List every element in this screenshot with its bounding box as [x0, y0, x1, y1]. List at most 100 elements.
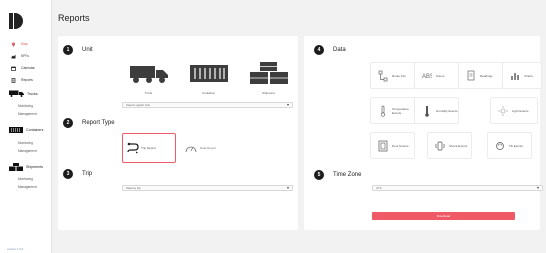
sidebar-sub-shipments-monitoring[interactable]: Monitoring — [18, 177, 33, 181]
unit-select[interactable]: Select Logistic Unit — [122, 102, 293, 108]
step-number: 4 — [314, 45, 324, 55]
report-icon — [11, 78, 16, 83]
sidebar-item-label: Calendar — [21, 66, 35, 70]
step-data: 4 Data — [314, 45, 346, 55]
step-time-zone: 5 Time Zone — [314, 170, 361, 180]
time-zone-select[interactable]: UTC — [372, 185, 543, 191]
data-option-label: Zones — [436, 73, 445, 78]
step-label: Data — [333, 47, 346, 53]
sidebar-item-kpis[interactable]: KPI's — [11, 54, 29, 59]
light-icon — [498, 105, 508, 117]
sidebar-group-trucks[interactable]: Trucks — [9, 90, 38, 97]
top-bar — [52, 0, 546, 33]
sidebar-item-calendar[interactable]: Calendar — [11, 66, 35, 71]
report-type-label: Trip Report — [141, 146, 156, 150]
data-option-label: Door Events — [392, 143, 409, 148]
page-title: Reports — [58, 13, 90, 23]
data-option-readings[interactable]: Readings — [458, 62, 503, 89]
sidebar-item-label: Reports — [21, 78, 33, 82]
logo[interactable] — [9, 13, 23, 29]
data-option-label: Charts — [524, 73, 533, 78]
step-unit: 1 Unit — [63, 45, 93, 55]
zones-icon: ABS — [422, 70, 432, 82]
data-option-door-events[interactable]: Door Events — [370, 132, 415, 159]
trip-select-placeholder: Select a trip — [126, 186, 141, 190]
unit-select-placeholder: Select Logistic Unit — [126, 103, 150, 107]
data-option-route-info[interactable]: Route Info — [370, 62, 415, 89]
data-option-zones[interactable]: ABS Zones — [414, 62, 459, 89]
data-option-temperature-events[interactable]: Temperature Events — [370, 97, 415, 124]
report-type-label: Data Report — [200, 146, 217, 150]
boxes-icon — [250, 62, 288, 84]
unit-option-label: Shipment — [262, 91, 275, 95]
data-option-label: Tilt Events — [509, 143, 523, 148]
shipment-icon — [9, 163, 23, 171]
route-icon — [378, 70, 388, 82]
data-option-label: Readings — [480, 73, 493, 78]
chart-icon — [11, 54, 16, 59]
sidebar-group-containers[interactable]: Containers — [9, 127, 43, 133]
trip-route-icon — [127, 142, 139, 154]
step-label: Report Type — [82, 120, 115, 126]
step-trip: 3 Trip — [63, 169, 92, 179]
unit-option-label: Container — [201, 91, 215, 95]
document-icon — [466, 70, 476, 82]
sidebar-sub-containers-management[interactable]: Management — [18, 149, 37, 153]
sidebar-group-label: Containers — [26, 128, 44, 132]
data-option-label: Temperature Events — [392, 106, 409, 115]
unit-option-container[interactable]: Container — [184, 58, 233, 100]
step-number: 1 — [63, 45, 73, 55]
shock-icon — [435, 140, 445, 152]
svg-text:ABS: ABS — [422, 74, 432, 80]
unit-option-label: Truck — [144, 91, 153, 95]
sidebar-sub-trucks-management[interactable]: Management — [18, 112, 37, 116]
step-report-type: 2 Report Type — [63, 118, 115, 128]
unit-option-truck[interactable]: Truck — [124, 58, 173, 100]
sidebar-sub-containers-monitoring[interactable]: Monitoring — [18, 141, 33, 145]
download-button[interactable]: Download — [372, 212, 515, 220]
sidebar-sub-trucks-monitoring[interactable]: Monitoring — [18, 104, 33, 108]
data-option-label: Shock Events — [449, 143, 468, 148]
report-type-trip[interactable]: Trip Report — [122, 133, 176, 163]
calendar-icon — [11, 66, 16, 71]
tilt-icon — [495, 140, 505, 152]
sidebar-item-label: KPI's — [21, 54, 29, 58]
sidebar-group-label: Trucks — [27, 91, 38, 96]
report-type-data[interactable]: Data Report — [180, 133, 234, 163]
data-option-shock-events[interactable]: Shock Events — [427, 132, 472, 159]
step-number: 2 — [63, 118, 73, 128]
sidebar-item-label: Map — [21, 42, 28, 46]
chevron-down-icon — [287, 104, 289, 106]
data-option-tilt-events[interactable]: Tilt Events — [487, 132, 532, 159]
truck-icon — [9, 90, 24, 97]
step-label: Time Zone — [333, 172, 362, 178]
gauge-icon — [185, 142, 197, 154]
thermometer-icon — [378, 105, 388, 117]
data-option-charts[interactable]: Charts — [502, 62, 542, 89]
door-icon — [378, 140, 388, 152]
sidebar-group-label: Shipments — [26, 165, 43, 169]
data-option-label: Humidity Events — [436, 108, 458, 113]
container-icon — [9, 127, 23, 133]
step-label: Trip — [82, 171, 93, 177]
map-pin-icon — [11, 42, 16, 47]
sidebar-group-shipments[interactable]: Shipments — [9, 163, 43, 171]
sidebar-sub-shipments-management[interactable]: Management — [18, 185, 37, 189]
sidebar-item-reports[interactable]: Reports — [11, 78, 33, 83]
bar-chart-icon — [510, 70, 520, 82]
unit-option-shipment[interactable]: Shipment — [244, 58, 293, 100]
chevron-down-icon — [287, 187, 289, 189]
trip-select[interactable]: Select a trip — [122, 185, 293, 191]
step-number: 3 — [63, 169, 73, 179]
time-zone-select-value: UTC — [376, 186, 382, 190]
step-number: 5 — [314, 170, 324, 180]
app-version: version 1.0.0 — [7, 247, 24, 251]
data-option-light-events[interactable]: Light Events — [490, 97, 538, 124]
sidebar: Map KPI's Calendar Reports Trucks Monito… — [0, 0, 52, 253]
sidebar-item-map[interactable]: Map — [11, 42, 28, 47]
chevron-down-icon — [537, 187, 539, 189]
humidity-icon — [422, 105, 432, 117]
data-option-humidity-events[interactable]: Humidity Events — [414, 97, 459, 124]
step-label: Unit — [82, 47, 93, 53]
data-option-label: Route Info — [392, 73, 406, 78]
